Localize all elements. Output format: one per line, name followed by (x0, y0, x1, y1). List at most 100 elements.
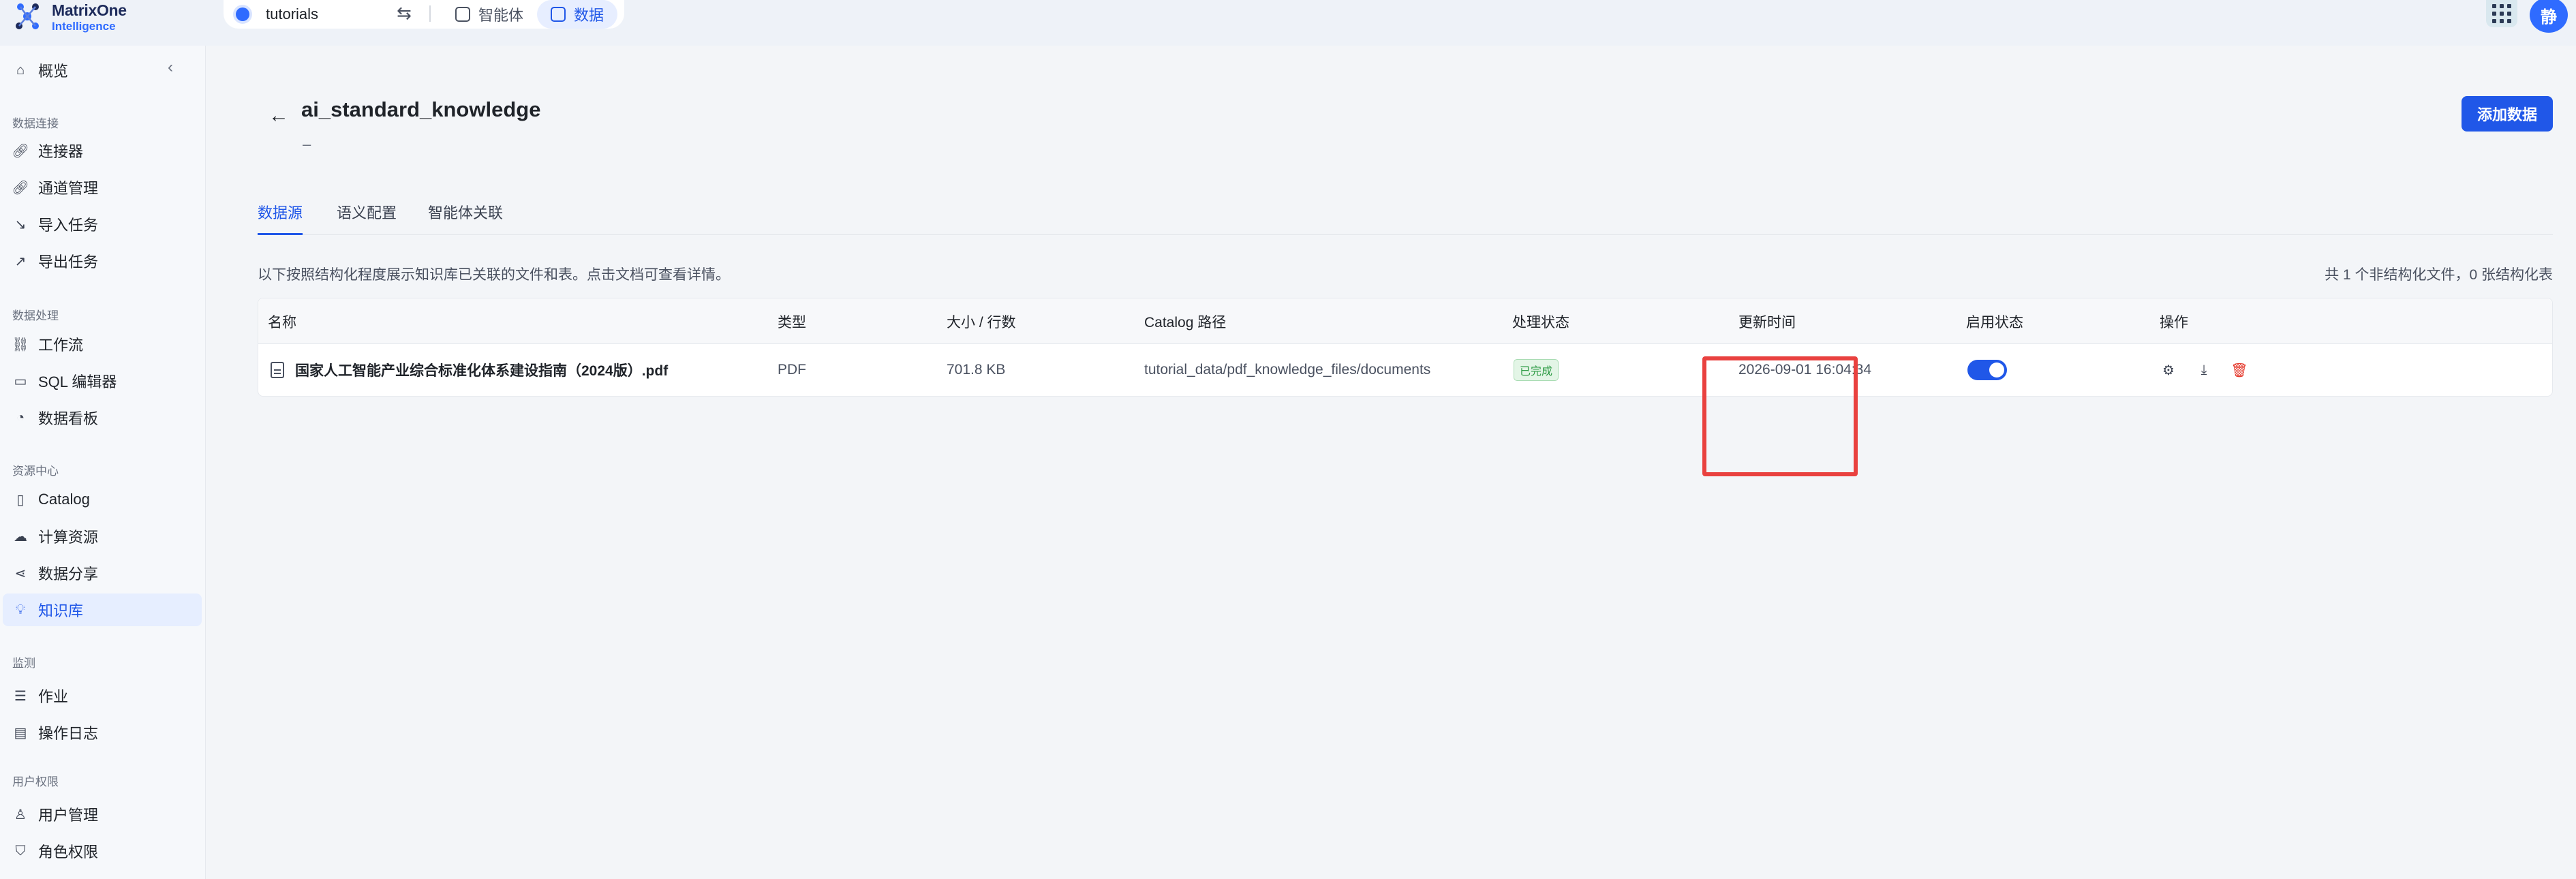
back-arrow-icon[interactable]: ← (269, 104, 289, 127)
sidebar-group-label: 资源中心 (12, 465, 59, 478)
sidebar-item-label: 数据看板 (38, 410, 99, 427)
share-icon: ⋖ (14, 566, 27, 581)
terminal-icon: ▭ (14, 373, 27, 389)
file-size: 701.8 KB (947, 362, 1006, 377)
tab-agent-links[interactable]: 智能体关联 (428, 198, 503, 235)
top-bar: MatrixOne Intelligence tutorials ⇆ 智能体 数… (0, 0, 2576, 46)
col-name: 名称 (268, 314, 296, 330)
sidebar-item-catalog[interactable]: ▯ Catalog (3, 483, 202, 516)
files-table: 名称 类型 大小 / 行数 Catalog 路径 处理状态 更新时间 启用状态 … (258, 298, 2553, 397)
nav-tab-label: 智能体 (478, 7, 524, 24)
agent-icon (455, 7, 470, 22)
gauge-icon: ◔ (16, 410, 25, 425)
avatar[interactable]: 静 (2530, 0, 2568, 33)
cloud-icon: ☁ (14, 529, 27, 544)
table-header: 名称 类型 大小 / 行数 Catalog 路径 处理状态 更新时间 启用状态 … (258, 298, 2552, 344)
trash-icon[interactable]: 🗑︎ (2230, 361, 2248, 379)
sidebar-item-label: 导出任务 (38, 253, 99, 271)
status-badge: 已完成 (1514, 359, 1559, 381)
file-icon (271, 362, 284, 378)
sidebar-item-export-tasks[interactable]: ↗ 导出任务 (3, 245, 202, 277)
enabled-toggle[interactable] (1967, 360, 2007, 380)
nav-tab-agents[interactable]: 智能体 (442, 0, 537, 29)
lightbulb-icon: 💡︎ (16, 602, 25, 617)
sidebar-item-label: Catalog (38, 491, 90, 508)
summary-text: 共 1 个非结构化文件，0 张结构化表 (2325, 267, 2553, 283)
brand-logo[interactable]: MatrixOne Intelligence (14, 1, 127, 33)
sidebar-item-share[interactable]: ⋖ 数据分享 (3, 557, 202, 589)
brand-subname: Intelligence (52, 19, 116, 33)
file-type: PDF (778, 362, 806, 377)
sidebar-item-label: 作业 (38, 688, 69, 705)
col-path: Catalog 路径 (1144, 314, 1227, 330)
col-size: 大小 / 行数 (947, 314, 1016, 330)
page-subtitle: – (303, 136, 311, 153)
tab-bar: 数据源 语义配置 智能体关联 (258, 198, 2553, 235)
file-cell[interactable]: 国家人工智能产业综合标准化体系建设指南（2024版）.pdf (271, 344, 668, 396)
sidebar-item-users[interactable]: ♙ 用户管理 (3, 798, 202, 831)
sidebar-group-label: 监测 (12, 657, 35, 670)
sidebar-item-sql-editor[interactable]: ▭ SQL 编辑器 (3, 365, 202, 397)
sidebar-item-jobs[interactable]: ☰ 作业 (3, 679, 202, 712)
sidebar-item-compute[interactable]: ☁ 计算资源 (3, 520, 202, 553)
updated-time: 2026-09-01 16:04:34 (1738, 362, 1871, 377)
book-icon: ▯ (16, 492, 25, 508)
download-icon[interactable]: ⤓ (2195, 361, 2213, 379)
sidebar-item-label: 计算资源 (38, 529, 99, 546)
sidebar-item-label: 概览 (38, 63, 69, 80)
sidebar-group-label: 用户权限 (12, 775, 59, 788)
collapse-sidebar-icon[interactable]: ‹ (168, 58, 173, 77)
divider (429, 5, 431, 22)
sidebar-item-workflow[interactable]: ⛓ 工作流 (3, 328, 202, 360)
catalog-path: tutorial_data/pdf_knowledge_files/docume… (1144, 362, 1431, 377)
col-enabled: 启用状态 (1966, 314, 2023, 330)
log-icon: ▤ (14, 725, 27, 741)
nav-tab-label: 数据 (574, 7, 604, 24)
tab-semantic-config[interactable]: 语义配置 (337, 198, 397, 235)
sidebar-item-label: 角色权限 (38, 844, 99, 861)
col-type: 类型 (778, 314, 806, 330)
workspace-name: tutorials (266, 5, 319, 22)
sidebar-item-label: 知识库 (38, 602, 84, 619)
swap-icon[interactable]: ⇆ (397, 3, 412, 24)
sidebar-item-import-tasks[interactable]: ↘ 导入任务 (3, 208, 202, 241)
add-data-button[interactable]: 添加数据 (2462, 96, 2553, 132)
nav-tab-data[interactable]: 数据 (537, 0, 618, 29)
logo-icon (14, 1, 45, 33)
sidebar-item-roles[interactable]: ⛉ 角色权限 (3, 835, 202, 867)
shield-icon: ⛉ (15, 843, 26, 859)
sidebar-item-channels[interactable]: 🔗︎ 通道管理 (3, 171, 202, 204)
export-icon: ↗ (14, 253, 27, 269)
status-cell: 已完成 (1514, 344, 1559, 396)
sidebar-item-label: 数据分享 (38, 566, 99, 583)
sidebar-item-label: 连接器 (38, 143, 84, 160)
sidebar-item-label: 用户管理 (38, 807, 99, 824)
apps-grid-button[interactable] (2486, 0, 2517, 27)
file-name[interactable]: 国家人工智能产业综合标准化体系建设指南（2024版）.pdf (295, 360, 668, 380)
sidebar-item-connectors[interactable]: 🔗︎ 连接器 (3, 134, 202, 167)
sidebar-item-op-logs[interactable]: ▤ 操作日志 (3, 716, 202, 749)
sidebar-item-label: 导入任务 (38, 217, 99, 234)
user-icon: ♙ (14, 807, 27, 822)
sidebar-item-knowledge[interactable]: 💡︎ 知识库 (3, 593, 202, 626)
data-icon (551, 7, 566, 22)
home-icon: ⌂ (16, 62, 25, 78)
main-content: ← ai_standard_knowledge – 添加数据 数据源 语义配置 … (206, 46, 2576, 879)
tab-data-sources[interactable]: 数据源 (258, 198, 303, 235)
col-actions: 操作 (2160, 314, 2188, 330)
sidebar-item-label: SQL 编辑器 (38, 373, 117, 390)
sidebar-group-label: 数据连接 (12, 117, 59, 130)
table-row[interactable]: 国家人工智能产业综合标准化体系建设指南（2024版）.pdf PDF 701.8… (258, 344, 2552, 396)
sidebar-item-label: 操作日志 (38, 725, 99, 742)
import-icon: ↘ (14, 217, 27, 232)
enabled-cell (1967, 344, 2007, 396)
settings-icon[interactable]: ⚙ (2160, 361, 2177, 379)
workspace-dot-icon (236, 7, 249, 21)
sidebar: ⌂ 概览 ‹ 数据连接 🔗︎ 连接器 🔗︎ 通道管理 ↘ 导入任务 ↗ 导出任务… (0, 46, 206, 879)
sidebar-item-dashboard[interactable]: ◔ 数据看板 (3, 401, 202, 434)
workspace-switcher[interactable]: tutorials ⇆ 智能体 数据 (224, 0, 624, 29)
sidebar-item-label: 通道管理 (38, 180, 99, 197)
brand-name: MatrixOne (52, 1, 127, 19)
workflow-icon: ⛓ (12, 337, 29, 352)
sidebar-item-label: 工作流 (38, 337, 84, 354)
